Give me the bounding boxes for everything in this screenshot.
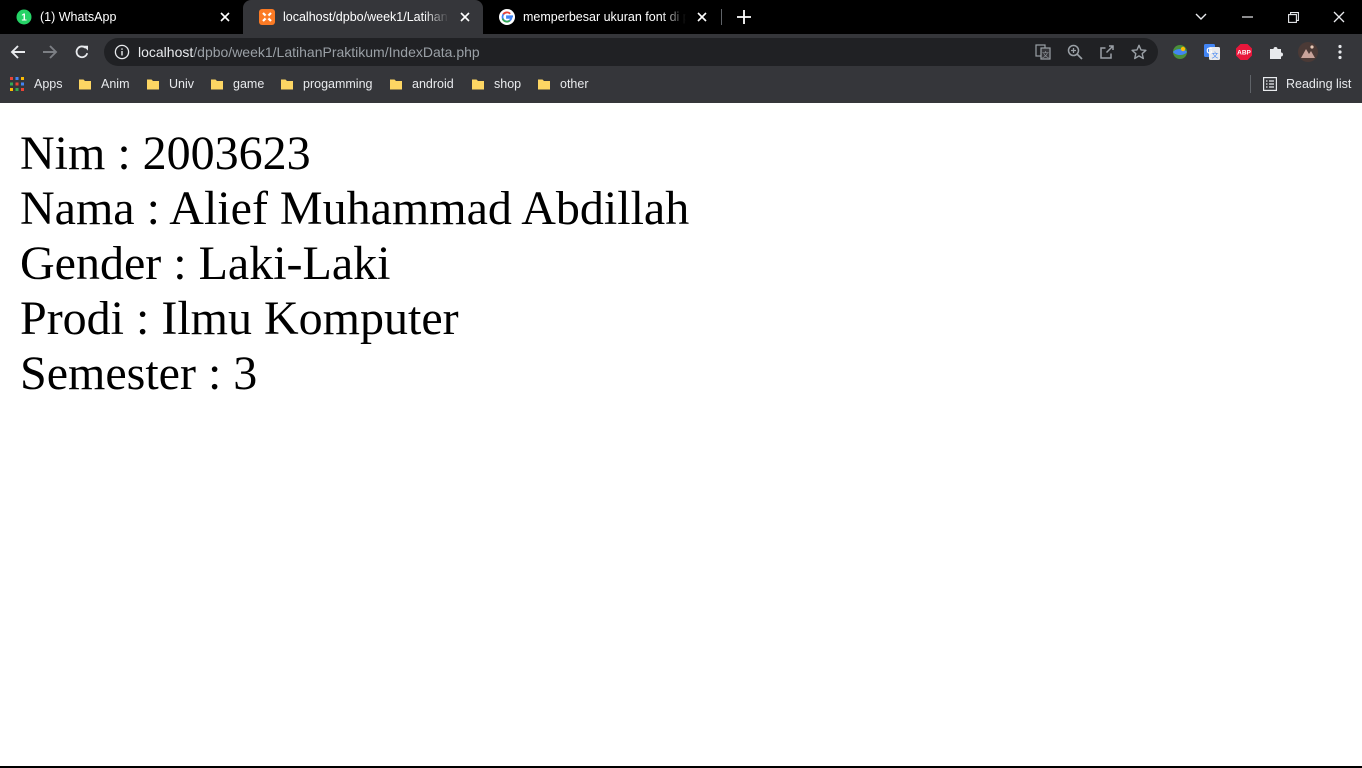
- close-tab-icon[interactable]: [457, 9, 473, 25]
- new-tab-icon[interactable]: [734, 7, 754, 27]
- tab-title: memperbesar ukuran font di php - Penelus…: [523, 10, 686, 24]
- restore-icon[interactable]: [1270, 0, 1316, 34]
- close-tab-icon[interactable]: [217, 9, 233, 25]
- url-host: localhost: [138, 44, 194, 60]
- tab-whatsapp[interactable]: 1 (1) WhatsApp: [0, 0, 243, 34]
- bookmark-folder-univ[interactable]: Univ: [147, 70, 194, 98]
- back-icon[interactable]: [4, 38, 32, 66]
- bookmark-label: progamming: [303, 77, 373, 91]
- folder-icon: [281, 79, 293, 90]
- bookmark-label: Anim: [101, 77, 130, 91]
- more-menu-icon[interactable]: [1330, 42, 1350, 62]
- bookmark-star-icon[interactable]: [1131, 44, 1147, 60]
- address-bar[interactable]: localhost/dpbo/week1/LatihanPraktikum/In…: [104, 38, 1158, 66]
- folder-icon: [147, 79, 159, 90]
- bookmark-apps[interactable]: Apps: [10, 70, 63, 98]
- reading-list-icon: [1263, 77, 1277, 91]
- bookmark-label: other: [560, 77, 589, 91]
- folder-icon: [211, 79, 223, 90]
- toolbar-bottom-edge: [0, 98, 1362, 103]
- close-window-icon[interactable]: [1316, 0, 1362, 34]
- semester-line: Semester : 3: [20, 347, 258, 400]
- tab-search-icon[interactable]: [1178, 0, 1224, 34]
- bookmark-label: game: [233, 77, 265, 91]
- tab-title: localhost/dpbo/week1/LatihanPraktikum/In…: [283, 10, 449, 24]
- apps-grid-icon: [10, 77, 24, 91]
- tab-title: (1) WhatsApp: [40, 10, 117, 24]
- share-icon[interactable]: [1099, 44, 1115, 60]
- xampp-icon: [259, 9, 275, 25]
- nim-line: Nim : 2003623: [20, 127, 311, 180]
- whatsapp-icon: 1: [16, 9, 32, 25]
- reload-icon[interactable]: [68, 38, 96, 66]
- abp-label: ABP: [1237, 50, 1251, 57]
- folder-icon: [79, 79, 91, 90]
- nama-line: Nama : Alief Muhammad Abdillah: [20, 182, 690, 235]
- svg-text:文: 文: [1212, 51, 1219, 60]
- tab-indexdata[interactable]: localhost/dpbo/week1/LatihanPraktikum/In…: [243, 0, 483, 34]
- google-icon: [499, 9, 515, 25]
- site-info-icon[interactable]: [114, 44, 130, 60]
- zoom-icon[interactable]: [1067, 44, 1083, 60]
- bookmark-folder-game[interactable]: game: [211, 70, 264, 98]
- minimize-icon[interactable]: [1224, 0, 1270, 34]
- whatsapp-badge: 1: [21, 13, 27, 24]
- browser-toolbar: localhost/dpbo/week1/LatihanPraktikum/In…: [0, 34, 1362, 70]
- folder-icon: [390, 79, 402, 90]
- extension-google-translate-icon[interactable]: G文: [1202, 42, 1222, 62]
- bookmarks-bar: Apps Anim Univ game progamming android s…: [0, 70, 1362, 98]
- url-text[interactable]: localhost/dpbo/week1/LatihanPraktikum/In…: [138, 38, 480, 66]
- extension-adblock-plus-icon[interactable]: ABP: [1234, 42, 1254, 62]
- forward-icon[interactable]: [36, 38, 64, 66]
- bookmark-folder-other[interactable]: other: [538, 70, 589, 98]
- url-path: /dpbo/week1/LatihanPraktikum/IndexData.p…: [193, 44, 480, 60]
- extensions-puzzle-icon[interactable]: [1266, 42, 1286, 62]
- tab-google-search[interactable]: memperbesar ukuran font di php - Penelus…: [483, 0, 720, 34]
- prodi-line: Prodi : Ilmu Komputer: [20, 292, 459, 345]
- reading-list-button[interactable]: Reading list: [1263, 70, 1351, 98]
- bookmark-folder-shop[interactable]: shop: [472, 70, 521, 98]
- bookmarks-divider: [1250, 75, 1251, 93]
- close-tab-icon[interactable]: [694, 9, 710, 25]
- tab-strip: 1 (1) WhatsApp localhost/dpbo/week1/Lati…: [0, 0, 1362, 34]
- bookmark-label: Univ: [169, 77, 195, 91]
- bookmark-label: shop: [494, 77, 522, 91]
- bookmark-folder-progamming[interactable]: progamming: [281, 70, 372, 98]
- reading-list-label: Reading list: [1286, 77, 1352, 91]
- bookmark-folder-anim[interactable]: Anim: [79, 70, 129, 98]
- gender-line: Gender : Laki-Laki: [20, 237, 391, 290]
- folder-icon: [538, 79, 550, 90]
- tab-separator: [721, 9, 722, 25]
- extension-google-earth-icon[interactable]: [1170, 42, 1190, 62]
- translate-icon[interactable]: 文: [1035, 44, 1051, 60]
- profile-avatar[interactable]: [1298, 42, 1318, 62]
- page-content: Nim : 2003623 Nama : Alief Muhammad Abdi…: [20, 126, 689, 401]
- folder-icon: [472, 79, 484, 90]
- bookmark-folder-android[interactable]: android: [390, 70, 454, 98]
- svg-text:文: 文: [1042, 50, 1049, 59]
- bookmark-label: Apps: [34, 77, 63, 91]
- bookmark-label: android: [412, 77, 454, 91]
